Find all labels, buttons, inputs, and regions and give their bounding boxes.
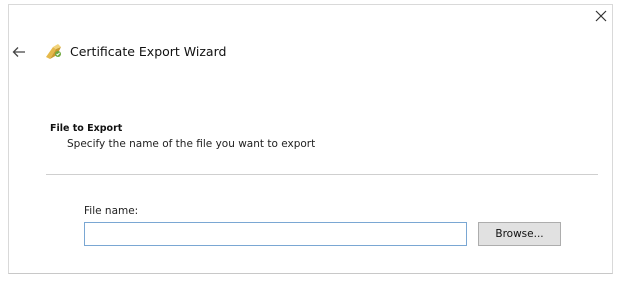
certificate-icon (46, 44, 61, 59)
back-arrow-icon (12, 47, 25, 57)
file-name-input[interactable] (84, 222, 467, 246)
separator (46, 174, 598, 175)
window-title: Certificate Export Wizard (70, 44, 227, 59)
browse-button[interactable]: Browse... (478, 222, 561, 246)
section-description: Specify the name of the file you want to… (67, 138, 316, 150)
close-button[interactable] (591, 6, 611, 26)
file-name-label: File name: (84, 205, 139, 217)
section-heading: File to Export (50, 123, 123, 134)
back-button[interactable] (10, 43, 28, 61)
close-icon (595, 10, 607, 22)
wizard-window: Certificate Export Wizard File to Export… (0, 0, 621, 300)
